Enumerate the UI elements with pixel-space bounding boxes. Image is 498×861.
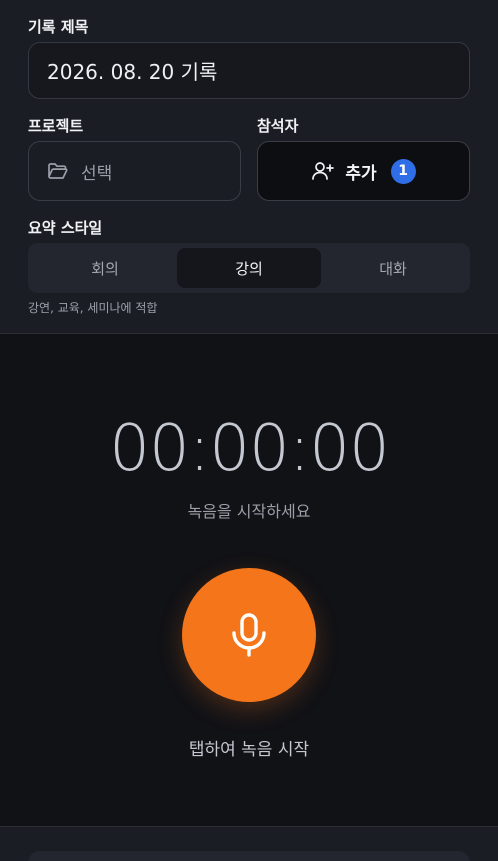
title-label: 기록 제목: [28, 18, 89, 36]
title-value: 2026. 08. 20 기록: [47, 60, 218, 84]
record-button[interactable]: [182, 568, 316, 702]
summary-style-label: 요약 스타일: [28, 219, 103, 237]
recording-status: 녹음을 시작하세요: [187, 502, 311, 521]
recording-timer: 00:00:00: [109, 412, 389, 486]
project-label: 프로젝트: [28, 117, 84, 135]
style-option-meeting[interactable]: 회의: [33, 248, 177, 288]
summary-style-selector: 회의 강의 대화: [28, 243, 470, 293]
bottom-card: [28, 851, 470, 861]
add-attendee-button[interactable]: 추가 1: [257, 141, 470, 201]
project-select[interactable]: 선택: [28, 141, 241, 201]
attendee-count-badge: 1: [390, 158, 416, 184]
style-option-lecture[interactable]: 강의: [177, 248, 321, 288]
style-option-conversation[interactable]: 대화: [321, 248, 465, 288]
bottom-panel: [0, 826, 498, 861]
settings-panel: 기록 제목 2026. 08. 20 기록 프로젝트 참석자 선택 추가 1 요…: [0, 0, 498, 334]
microphone-icon: [229, 612, 269, 658]
summary-style-hint: 강연, 교육, 세미나에 적합: [28, 301, 158, 315]
record-hint: 탭하여 녹음 시작: [188, 740, 310, 760]
attendees-label: 참석자: [257, 117, 299, 135]
add-attendee-label: 추가: [345, 163, 377, 184]
project-placeholder: 선택: [81, 163, 113, 184]
add-user-icon: [311, 160, 335, 182]
folder-icon: [47, 161, 69, 181]
title-input[interactable]: 2026. 08. 20 기록: [28, 42, 470, 99]
